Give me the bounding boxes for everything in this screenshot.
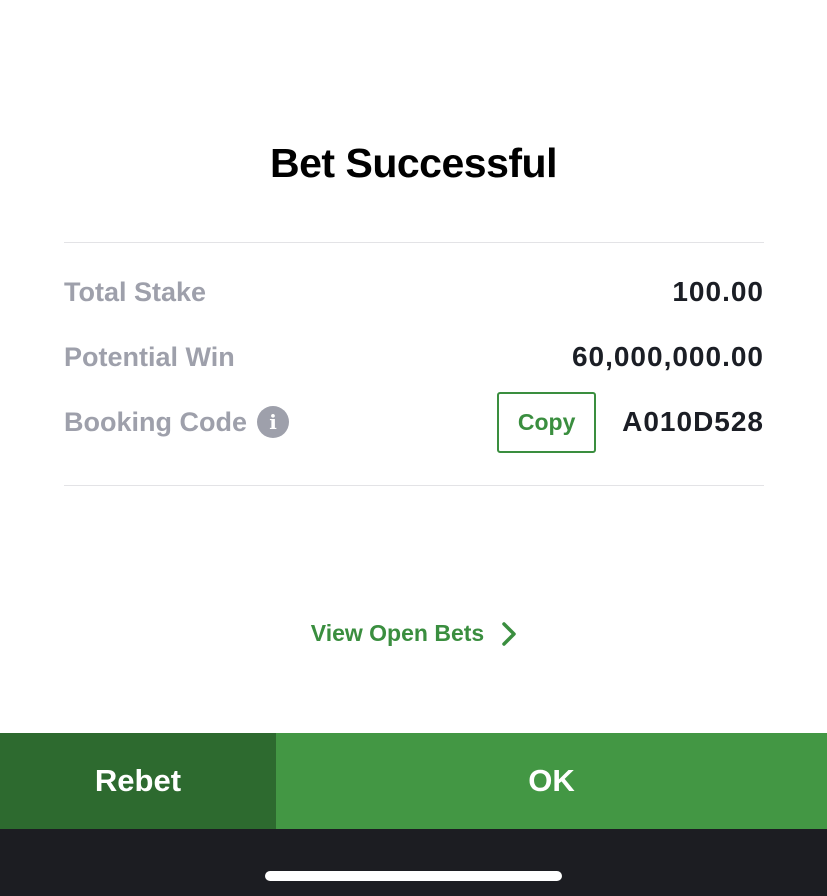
booking-code-actions: Copy A010D528 xyxy=(497,391,764,453)
chevron-right-icon xyxy=(502,621,516,646)
total-stake-label: Total Stake xyxy=(64,276,207,307)
rebet-button[interactable]: Rebet xyxy=(0,733,276,829)
action-footer: Rebet OK xyxy=(0,733,827,829)
home-bar-area xyxy=(0,829,827,896)
booking-code-label: Booking Code xyxy=(64,406,247,437)
total-stake-row: Total Stake 100.00 xyxy=(64,272,764,312)
potential-win-row: Potential Win 60,000,000.00 xyxy=(64,337,764,377)
ok-button[interactable]: OK xyxy=(276,733,827,829)
booking-code-label-wrap: Booking Code i xyxy=(64,406,289,438)
bottom-divider xyxy=(64,485,764,486)
info-icon[interactable]: i xyxy=(257,406,289,438)
view-open-bets-link[interactable]: View Open Bets xyxy=(0,620,827,647)
booking-code-value: A010D528 xyxy=(622,406,764,437)
dialog-title: Bet Successful xyxy=(270,140,557,186)
top-divider xyxy=(64,242,764,243)
total-stake-value: 100.00 xyxy=(672,276,764,307)
potential-win-label: Potential Win xyxy=(64,341,235,372)
potential-win-value: 60,000,000.00 xyxy=(571,341,764,372)
copy-button[interactable]: Copy xyxy=(497,391,597,453)
home-indicator[interactable] xyxy=(265,871,562,881)
booking-code-row: Booking Code i Copy A010D528 xyxy=(64,391,764,453)
view-open-bets-label: View Open Bets xyxy=(310,620,485,646)
